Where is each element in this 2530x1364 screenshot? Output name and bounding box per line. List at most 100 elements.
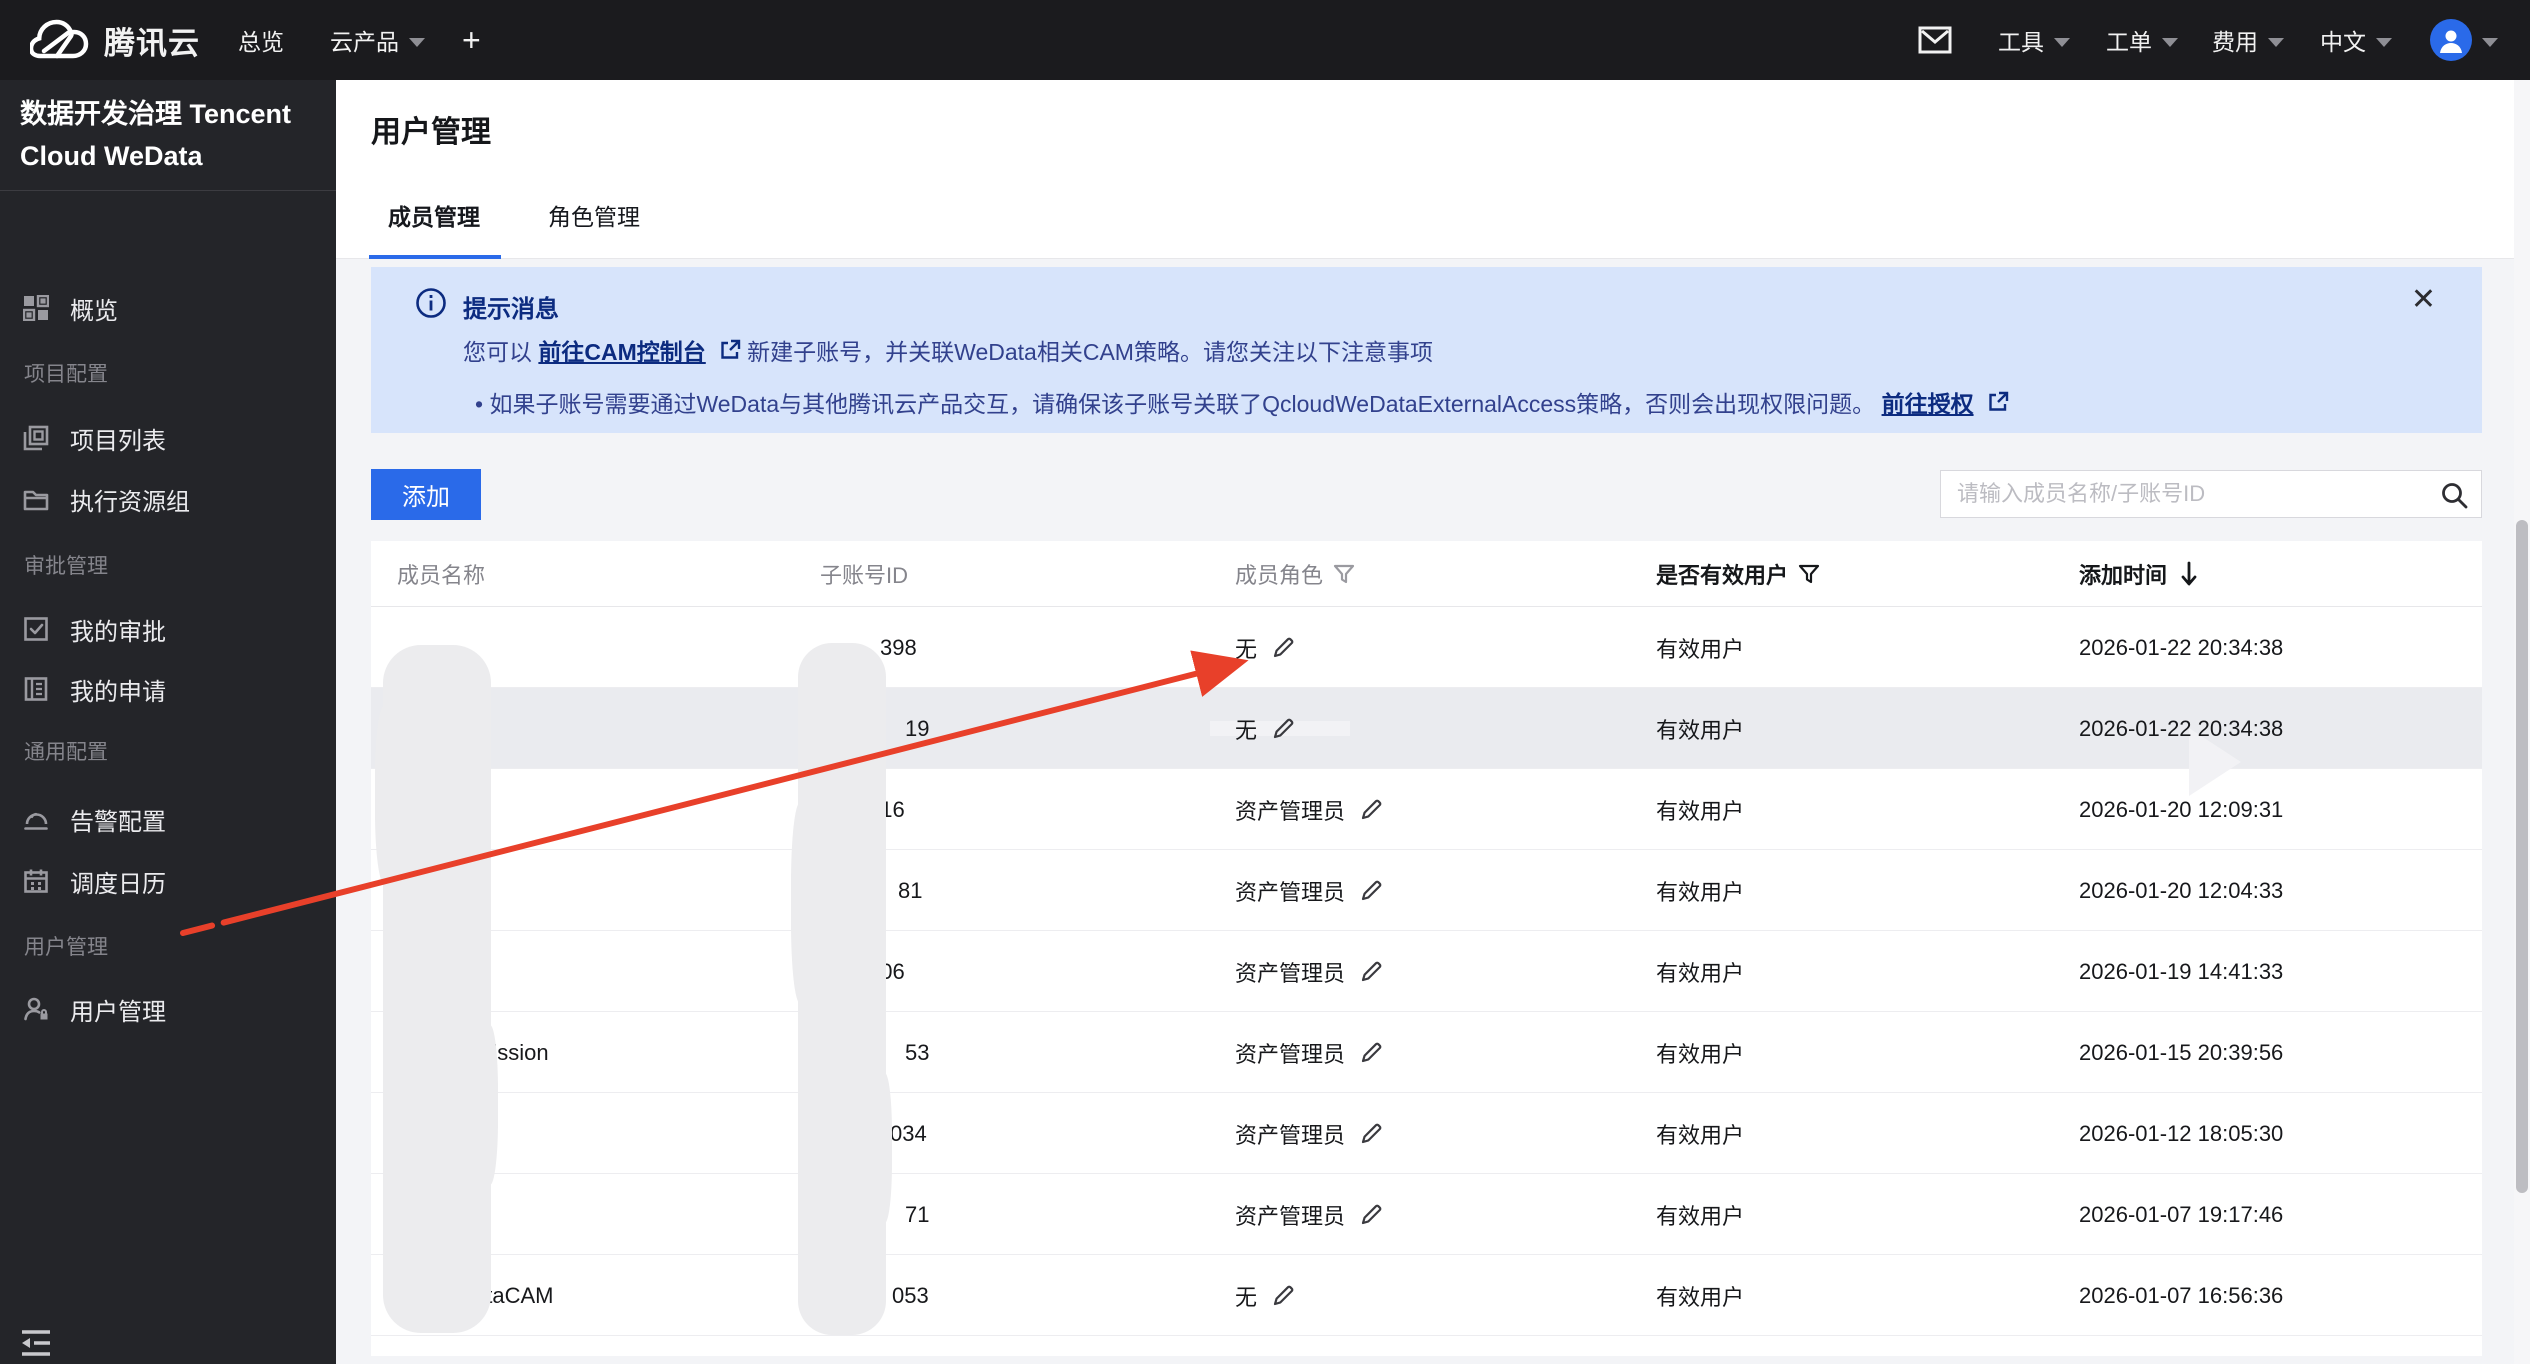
sidebar-section-approval: 审批管理 <box>24 555 108 578</box>
page-header: 用户管理 成员管理 角色管理 <box>336 80 2530 259</box>
table-row[interactable]: 81 资产管理员 有效用户 2026-01-20 12:04:33 <box>371 850 2482 931</box>
member-role-cell: 资产管理员 <box>1235 1174 1385 1255</box>
edit-role-pencil-icon[interactable] <box>1269 715 1297 743</box>
edit-role-pencil-icon[interactable] <box>1357 796 1385 824</box>
col-header-subaccount-id: 子账号ID <box>820 563 909 588</box>
close-icon[interactable]: ✕ <box>2411 285 2436 315</box>
table-row[interactable]: 398 无 有效用户 2026-01-22 20:34:38 <box>371 607 2482 688</box>
sidebar-product-title: 数据开发治理 Tencent Cloud WeData <box>20 99 292 171</box>
chevron-down-icon <box>409 37 425 47</box>
sidebar-section-user-management: 用户管理 <box>24 936 108 959</box>
chevron-down-icon <box>2376 37 2392 47</box>
subaccount-id-fragment: 71 <box>905 1201 930 1227</box>
edit-role-pencil-icon[interactable] <box>1357 1201 1385 1229</box>
alarm-icon <box>22 805 50 833</box>
scrollbar-thumb[interactable] <box>2516 520 2528 1193</box>
member-role-value: 资产管理员 <box>1235 798 1346 824</box>
sort-desc-icon[interactable] <box>2179 561 2199 587</box>
table-row[interactable]: 034 资产管理员 有效用户 2026-01-12 18:05:30 <box>371 1093 2482 1174</box>
member-role-cell: 资产管理员 <box>1235 1012 1385 1093</box>
col-header-added-time: 添加时间 <box>2079 541 2199 607</box>
edit-role-pencil-icon[interactable] <box>1357 958 1385 986</box>
top-nav-bar: 腾讯云 总览 云产品 + 工具 工单 费用 中文 <box>0 0 2530 80</box>
added-time-cell: 2026-01-07 16:56:36 <box>2079 1282 2284 1308</box>
table-row[interactable]: 906 资产管理员 有效用户 2026-01-19 14:41:33 <box>371 931 2482 1012</box>
valid-user-cell: 有效用户 <box>1656 1041 1745 1067</box>
nav-language[interactable]: 中文 <box>2320 0 2392 80</box>
nav-add-tab-button[interactable]: + <box>462 0 481 80</box>
valid-user-cell: 有效用户 <box>1656 1284 1745 1310</box>
filter-icon[interactable] <box>1333 563 1355 585</box>
nav-overview[interactable]: 总览 <box>238 0 284 80</box>
subaccount-id-fragment: 034 <box>890 1120 927 1146</box>
edit-role-pencil-icon[interactable] <box>1357 1039 1385 1067</box>
clipboard-check-icon <box>22 615 50 643</box>
sidebar-item-exec-resource-group[interactable]: 执行资源组 <box>0 476 336 522</box>
table-row[interactable]: mission 53 资产管理员 有效用户 2026-01-15 20:39:5… <box>371 1012 2482 1093</box>
edit-role-pencil-icon[interactable] <box>1357 877 1385 905</box>
chevron-down-icon <box>2054 37 2070 47</box>
cloud-logo-icon <box>30 18 90 62</box>
added-time-cell: 2026-01-12 18:05:30 <box>2079 1120 2284 1146</box>
member-role-cell: 无 <box>1235 688 1297 769</box>
account-menu[interactable] <box>2430 0 2498 80</box>
nav-billing[interactable]: 费用 <box>2212 0 2284 80</box>
member-role-cell: 资产管理员 <box>1235 850 1385 931</box>
member-role-cell: 资产管理员 <box>1235 931 1385 1012</box>
table-row[interactable]: 316 资产管理员 有效用户 2026-01-20 12:09:31 <box>371 769 2482 850</box>
added-time-cell: 2026-01-20 12:09:31 <box>2079 796 2284 822</box>
sidebar-item-my-applications[interactable]: 我的申请 <box>0 666 336 712</box>
sidebar-item-project-list[interactable]: 项目列表 <box>0 415 336 461</box>
folder-icon <box>22 485 50 513</box>
sidebar-item-overview[interactable]: 概览 <box>0 285 336 331</box>
chevron-down-icon <box>2162 37 2178 47</box>
valid-user-cell: 有效用户 <box>1656 717 1745 743</box>
messages-button[interactable] <box>1918 0 1952 80</box>
sidebar-item-user-management[interactable]: 用户管理 <box>0 986 336 1032</box>
filter-icon[interactable] <box>1798 563 1820 585</box>
subaccount-id-fragment: 053 <box>892 1282 929 1308</box>
chevron-down-icon <box>2482 37 2498 47</box>
sidebar-item-my-approvals[interactable]: 我的审批 <box>0 606 336 652</box>
banner-title: 提示消息 <box>463 296 559 323</box>
valid-user-cell: 有效用户 <box>1656 798 1745 824</box>
tencent-cloud-logo[interactable]: 腾讯云 <box>30 0 200 80</box>
edit-role-pencil-icon[interactable] <box>1269 1282 1297 1310</box>
edit-role-pencil-icon[interactable] <box>1269 634 1297 662</box>
avatar <box>2430 19 2472 61</box>
added-time-cell: 2026-01-19 14:41:33 <box>2079 958 2284 984</box>
tab-member-management[interactable]: 成员管理 <box>388 198 480 232</box>
table-row[interactable]: 71 资产管理员 有效用户 2026-01-07 19:17:46 <box>371 1174 2482 1255</box>
search-icon[interactable] <box>2439 480 2469 515</box>
added-time-cell: 2026-01-22 20:34:38 <box>2079 634 2284 660</box>
grid-icon <box>22 294 50 322</box>
valid-user-cell: 有效用户 <box>1656 1203 1745 1229</box>
nav-ticket[interactable]: 工单 <box>2106 0 2178 80</box>
edit-role-pencil-icon[interactable] <box>1357 1120 1385 1148</box>
col-header-member-role: 成员角色 <box>1235 541 1355 607</box>
sidebar-collapse-button[interactable] <box>20 1328 54 1358</box>
redaction-blob-subaccount-id <box>791 643 892 1335</box>
info-banner: 提示消息 您可以 前往CAM控制台 新建子账号，并关联WeData相关CAM策略… <box>371 267 2482 433</box>
added-time-cell: 2026-01-20 12:04:33 <box>2079 877 2284 903</box>
valid-user-cell: 有效用户 <box>1656 879 1745 905</box>
col-header-member-name: 成员名称 <box>397 563 486 588</box>
sidebar-item-alarm-config[interactable]: 告警配置 <box>0 796 336 842</box>
table-row[interactable]: ataCAM 053 无 有效用户 2026-01-07 16:56:36 <box>371 1255 2482 1336</box>
external-link-icon <box>1988 391 2009 418</box>
tab-role-management[interactable]: 角色管理 <box>548 198 640 232</box>
cam-console-link[interactable]: 前往CAM控制台 <box>538 339 705 365</box>
table-row[interactable]: 19 无 有效用户 2026-01-22 20:34:38 <box>371 688 2482 796</box>
sidebar-item-schedule-calendar[interactable]: 调度日历 <box>0 858 336 904</box>
table-header-row: 成员名称 子账号ID 成员角色 是否有效用户 添加时间 <box>371 541 2482 607</box>
search-input[interactable] <box>1955 471 2425 517</box>
subaccount-id-fragment: 19 <box>905 715 930 741</box>
members-table: 成员名称 子账号ID 成员角色 是否有效用户 添加时间 398 无 有效用户 2… <box>371 541 2482 1356</box>
add-member-button[interactable]: 添加 <box>371 469 481 520</box>
active-tab-indicator <box>369 255 501 259</box>
go-authorize-link[interactable]: 前往授权 <box>1882 391 1974 417</box>
nav-cloud-products[interactable]: 云产品 <box>330 0 425 80</box>
member-role-value: 无 <box>1235 717 1258 743</box>
nav-tools[interactable]: 工具 <box>1998 0 2070 80</box>
banner-line1: 您可以 前往CAM控制台 新建子账号，并关联WeData相关CAM策略。请您关注… <box>463 339 1433 365</box>
